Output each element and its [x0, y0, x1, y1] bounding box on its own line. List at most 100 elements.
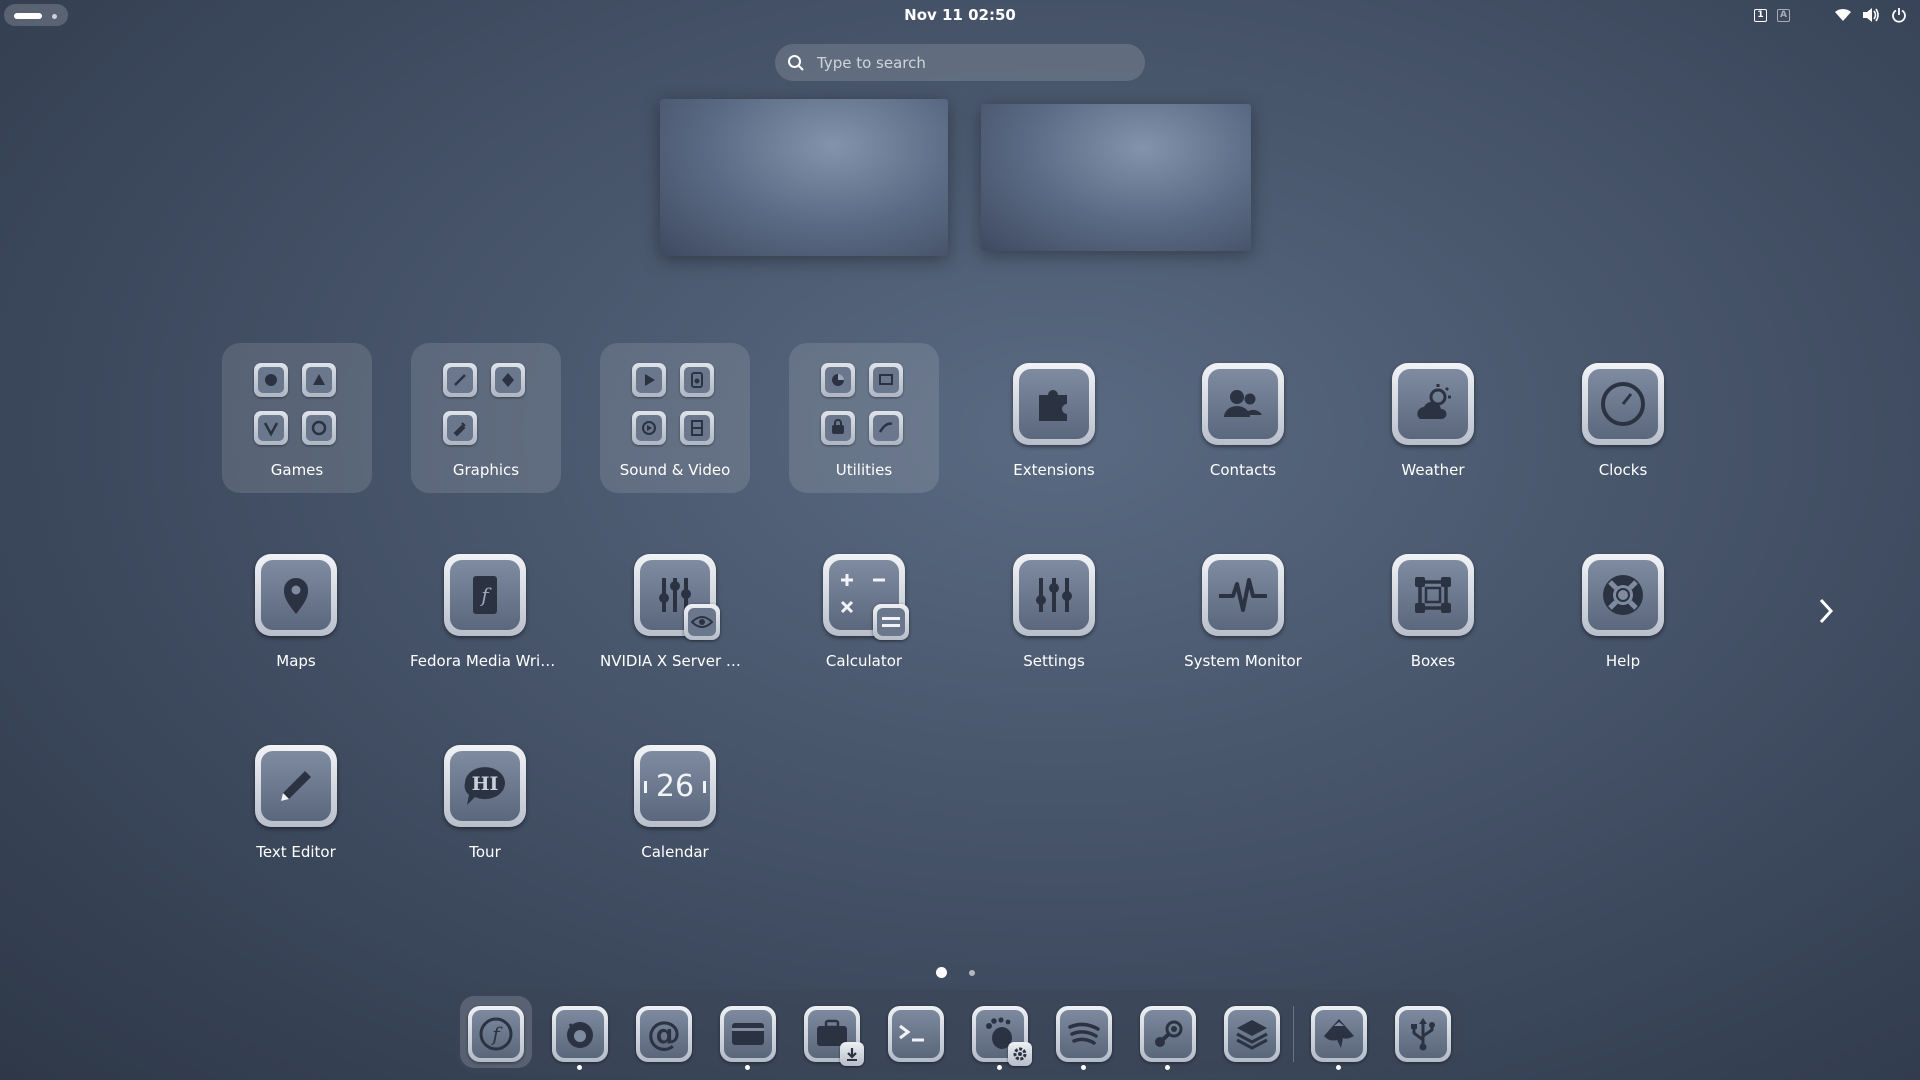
dock-item-fedora[interactable]: f: [460, 996, 532, 1068]
layers-icon: [1228, 1010, 1276, 1058]
app-tour[interactable]: HI Tour: [410, 725, 560, 875]
wifi-icon[interactable]: [1834, 6, 1852, 24]
volume-icon[interactable]: [1862, 6, 1880, 24]
search-bar[interactable]: [775, 44, 1145, 81]
app-label: Boxes: [1410, 652, 1456, 670]
top-bar: Nov 11 02:50 1 A: [0, 0, 1920, 30]
app-clocks[interactable]: Clocks: [1548, 343, 1698, 493]
fedora-media-writer-icon: f: [450, 560, 520, 630]
dock-item-window[interactable]: [712, 996, 784, 1070]
contacts-icon: [1208, 369, 1278, 439]
app-label: System Monitor: [1184, 652, 1302, 670]
gear-icon: [1008, 1042, 1032, 1066]
app-nvidia-settings[interactable]: NVIDIA X Server Settings: [600, 534, 750, 684]
next-page-arrow-icon[interactable]: [1812, 594, 1840, 628]
app-settings[interactable]: Settings: [979, 534, 1129, 684]
app-label: Extensions: [1013, 461, 1095, 479]
pencil-icon: [261, 751, 331, 821]
folder-sound-video[interactable]: Sound & Video: [600, 343, 750, 493]
app-extensions[interactable]: Extensions: [979, 343, 1129, 493]
settings-sliders-icon: [1019, 560, 1089, 630]
app-maps[interactable]: Maps: [221, 534, 371, 684]
window-icon: [724, 1010, 772, 1058]
map-pin-icon: [261, 560, 331, 630]
clock-icon: [1588, 369, 1658, 439]
workspace-thumbnail-1[interactable]: [660, 99, 948, 256]
dock-item-gnome-tweaks[interactable]: [964, 996, 1036, 1070]
app-boxes[interactable]: Boxes: [1358, 534, 1508, 684]
app-system-monitor[interactable]: System Monitor: [1168, 534, 1318, 684]
page-dot-2[interactable]: [969, 969, 975, 976]
equals-icon: [873, 604, 909, 640]
tour-glyph: HI: [471, 773, 499, 795]
folder-preview: [443, 363, 529, 449]
date-time[interactable]: Nov 11 02:50: [904, 6, 1016, 24]
app-label: NVIDIA X Server Settings: [600, 652, 750, 670]
download-icon: [840, 1042, 864, 1066]
running-indicator: [1336, 1065, 1341, 1070]
folder-preview: [254, 363, 340, 449]
workspace-thumbnail-2[interactable]: [981, 104, 1251, 251]
dock-item-steam[interactable]: [1132, 996, 1204, 1070]
puzzle-icon: [1019, 369, 1089, 439]
folder-preview: [632, 363, 718, 449]
app-contacts[interactable]: Contacts: [1168, 343, 1318, 493]
nvidia-eye-icon: [684, 604, 720, 640]
dock-item-layers[interactable]: [1216, 996, 1288, 1068]
folder-label: Sound & Video: [619, 461, 731, 479]
keyboard-indicator-a[interactable]: A: [1777, 8, 1790, 22]
dock-item-software[interactable]: [796, 996, 868, 1068]
app-label: Weather: [1401, 461, 1465, 479]
app-label: Fedora Media Writer: [410, 652, 560, 670]
app-label: Settings: [1023, 652, 1085, 670]
app-text-editor[interactable]: Text Editor: [221, 725, 371, 875]
running-indicator: [1081, 1065, 1086, 1070]
app-label: Text Editor: [256, 843, 336, 861]
dock-item-usb-tool[interactable]: [1387, 996, 1459, 1068]
folder-graphics[interactable]: Graphics: [411, 343, 561, 493]
dock-separator: [1293, 1006, 1294, 1062]
app-calendar[interactable]: 26 Calendar: [600, 725, 750, 875]
folder-preview: [821, 363, 907, 449]
app-label: Calendar: [641, 843, 709, 861]
at-sign-icon: @: [640, 1010, 688, 1058]
system-tray[interactable]: 1 A: [1754, 5, 1908, 25]
firefox-icon: [556, 1010, 604, 1058]
app-fedora-media-writer[interactable]: f Fedora Media Writer: [410, 534, 560, 684]
app-label: Help: [1605, 652, 1641, 670]
folder-label: Utilities: [835, 461, 893, 479]
app-label: Calculator: [825, 652, 903, 670]
calendar-day: 26: [655, 768, 695, 804]
weather-icon: [1398, 369, 1468, 439]
fedora-icon: f: [472, 1010, 520, 1058]
speech-bubble-icon: HI: [450, 751, 520, 821]
activities-button[interactable]: [4, 4, 68, 26]
dock-item-mail[interactable]: @: [628, 996, 700, 1068]
dock-item-firefox[interactable]: [544, 996, 616, 1070]
svg-text:f: f: [490, 1022, 503, 1046]
steam-icon: [1144, 1010, 1192, 1058]
spotify-icon: [1060, 1010, 1108, 1058]
running-indicator: [1165, 1065, 1170, 1070]
folder-utilities[interactable]: Utilities: [789, 343, 939, 493]
terminal-icon: [892, 1010, 940, 1058]
power-icon[interactable]: [1890, 6, 1908, 24]
app-label: Tour: [469, 843, 501, 861]
app-label: Contacts: [1209, 461, 1277, 479]
dock-item-spotify[interactable]: [1048, 996, 1120, 1070]
workspace-indicator: [52, 14, 57, 19]
app-label: Maps: [276, 652, 316, 670]
dock-item-terminal[interactable]: [880, 996, 952, 1068]
dock-item-inkscape[interactable]: [1303, 996, 1375, 1070]
dock: f @: [456, 990, 1464, 1074]
app-calculator[interactable]: Calculator: [789, 534, 939, 684]
app-help[interactable]: Help: [1548, 534, 1698, 684]
app-weather[interactable]: Weather: [1358, 343, 1508, 493]
page-dot-1[interactable]: [936, 967, 947, 978]
folder-games[interactable]: Games: [222, 343, 372, 493]
running-indicator: [997, 1065, 1002, 1070]
keyboard-indicator-1[interactable]: 1: [1754, 8, 1767, 22]
calendar-icon: 26: [640, 751, 710, 821]
inkscape-icon: [1315, 1010, 1363, 1058]
search-input[interactable]: [815, 52, 1119, 73]
